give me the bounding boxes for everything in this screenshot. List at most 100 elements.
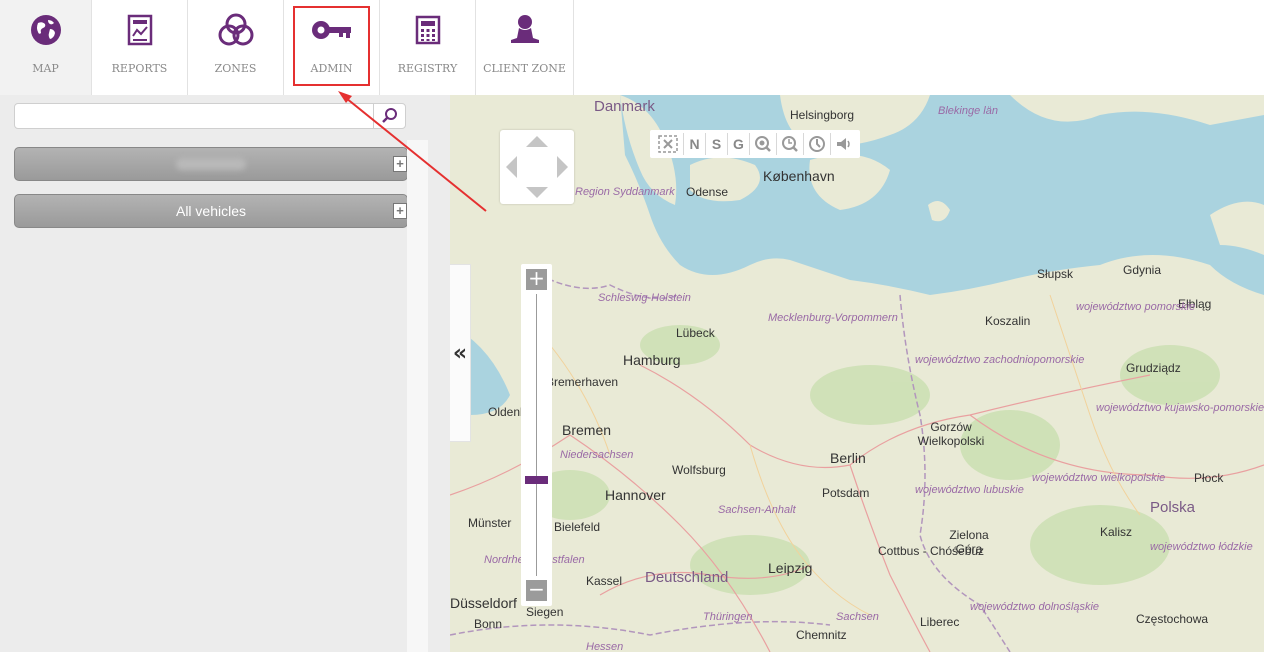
map-label-region: województwo pomorskie	[1076, 301, 1196, 313]
map-label-country: Deutschland	[645, 569, 729, 586]
map-label-region: Region Syddanmark	[575, 186, 675, 198]
zoom-handle[interactable]	[525, 476, 548, 484]
double-chevron-left-icon: «	[452, 340, 468, 366]
map-label-city: Bremerhaven	[546, 375, 619, 389]
map-label-city: Zielona Góra	[949, 528, 989, 556]
nav-label: REPORTS	[111, 62, 168, 75]
map-label-region: województwo lubuskie	[915, 484, 1024, 496]
map-label-region: Niedersachsen	[560, 449, 634, 461]
map-label-region: województwo kujawsko-pomorskie	[1096, 403, 1264, 414]
map-label-city: Hannover	[605, 487, 666, 503]
nav-label: ZONES	[214, 62, 257, 75]
toolbar-n-button[interactable]: N	[684, 133, 706, 155]
toolbar-g-button[interactable]: G	[728, 133, 750, 155]
zoom-out-button[interactable]: −	[526, 579, 547, 601]
map-label-city: Münster	[468, 516, 512, 530]
map-label-city: Częstochowa	[1136, 612, 1209, 626]
pan-control	[500, 130, 574, 204]
group-label-redacted	[176, 158, 246, 170]
group-label: All vehicles	[175, 203, 247, 219]
zones-icon	[217, 0, 255, 60]
map-label-city: Bielefeld	[554, 520, 601, 534]
map-label-city: Grudziądz	[1126, 361, 1181, 375]
calculator-icon	[415, 0, 441, 60]
nav-label: REGISTRY	[397, 62, 458, 75]
map-label-region: Sachsen-Anhalt	[718, 504, 796, 516]
map-toolbar: N S G	[650, 130, 860, 158]
pan-up-icon[interactable]	[526, 136, 548, 147]
map-label-city: Koszalin	[985, 314, 1031, 328]
zoom-in-button[interactable]: +	[526, 268, 547, 290]
top-navigation: MAP REPORTS ZONES ADMIN REGISTRY CLIENT …	[0, 0, 1264, 95]
search-box	[14, 103, 406, 129]
user-icon	[507, 0, 543, 60]
zoom-track[interactable]	[536, 294, 537, 576]
map-label-city: Gorzów Wielkopolski	[917, 420, 985, 448]
expand-icon[interactable]: +	[393, 203, 407, 219]
map-label-city: Bremen	[562, 422, 612, 438]
map-label-city: Kassel	[586, 574, 623, 588]
map-label-city: Słupsk	[1037, 267, 1074, 281]
zoom-slider: + −	[521, 264, 552, 606]
search-icon	[381, 108, 397, 123]
map-label-region: Sachsen	[836, 611, 879, 623]
nav-reports[interactable]: REPORTS	[92, 0, 188, 95]
map-label-city: Gdynia	[1123, 263, 1162, 277]
map-label-city: Cottbus - Chóśebuz	[878, 544, 985, 558]
sound-icon[interactable]	[831, 133, 857, 155]
map-label-city: Wolfsburg	[672, 463, 726, 477]
map-label-city: Helsingborg	[790, 108, 855, 122]
map-label-city: Siegen	[526, 605, 564, 619]
clock-icon[interactable]	[804, 133, 831, 155]
collapse-sidebar-button[interactable]: «	[450, 264, 471, 442]
search-input[interactable]	[15, 104, 373, 128]
map-label-region: Schleswig-Holstein	[598, 292, 691, 304]
map-label-region: województwo zachodniopomorskie	[915, 354, 1085, 366]
map-label-city: Płock	[1194, 471, 1224, 485]
vehicle-group-1[interactable]: +	[14, 147, 408, 181]
map-label-city: Berlin	[830, 450, 866, 466]
map-label-region: Mecklenburg-Vorpommern	[768, 312, 898, 324]
nav-label: CLIENT ZONE	[483, 62, 566, 75]
map-label-city: Chemnitz	[796, 628, 847, 642]
map-label-region: Hessen	[586, 641, 624, 652]
nav-admin[interactable]: ADMIN	[284, 0, 380, 95]
pan-right-icon[interactable]	[557, 156, 568, 178]
map-label-city: Liberec	[920, 615, 960, 629]
map-label-city: Hamburg	[623, 352, 681, 368]
globe-icon	[30, 0, 62, 60]
nav-client-zone[interactable]: CLIENT ZONE	[476, 0, 574, 95]
toolbar-s-button[interactable]: S	[706, 133, 728, 155]
nav-map[interactable]: MAP	[0, 0, 92, 95]
search-button[interactable]	[373, 104, 405, 128]
nav-registry[interactable]: REGISTRY	[380, 0, 476, 95]
expand-icon[interactable]: +	[393, 156, 407, 172]
zoom-search-icon[interactable]	[750, 133, 777, 155]
nav-label: ADMIN	[310, 62, 353, 75]
zoom-time-icon[interactable]	[777, 133, 804, 155]
fit-icon[interactable]	[653, 133, 684, 155]
pan-left-icon[interactable]	[506, 156, 517, 178]
key-icon	[311, 0, 353, 60]
map-label-city: Leipzig	[768, 560, 813, 576]
map-label-region: województwo wielkopolskie	[1032, 472, 1166, 484]
map-label-city: Potsdam	[822, 486, 870, 500]
map-label-country: Danmark	[594, 98, 655, 115]
map-label-region: Thüringen	[703, 611, 753, 623]
report-icon	[125, 0, 155, 60]
sidebar-scrollbar[interactable]	[407, 140, 428, 652]
map-label-city: København	[763, 168, 835, 184]
nav-label: MAP	[32, 62, 59, 75]
map-label-city: Bonn	[474, 617, 503, 631]
map-label-region: województwo łódzkie	[1150, 541, 1253, 553]
sidebar: + All vehicles +	[0, 95, 450, 652]
map-label-country: Polska	[1150, 499, 1196, 516]
map-label-city: Odense	[686, 185, 729, 199]
map-label-city: Düsseldorf	[450, 595, 517, 611]
map-label-region: Blekinge län	[938, 105, 998, 117]
pan-down-icon[interactable]	[526, 187, 548, 198]
map-label-city: Lübeck	[676, 326, 715, 340]
nav-zones[interactable]: ZONES	[188, 0, 284, 95]
vehicle-group-all[interactable]: All vehicles +	[14, 194, 408, 228]
map-label-region: Nordrhein-Westfalen	[484, 555, 585, 566]
